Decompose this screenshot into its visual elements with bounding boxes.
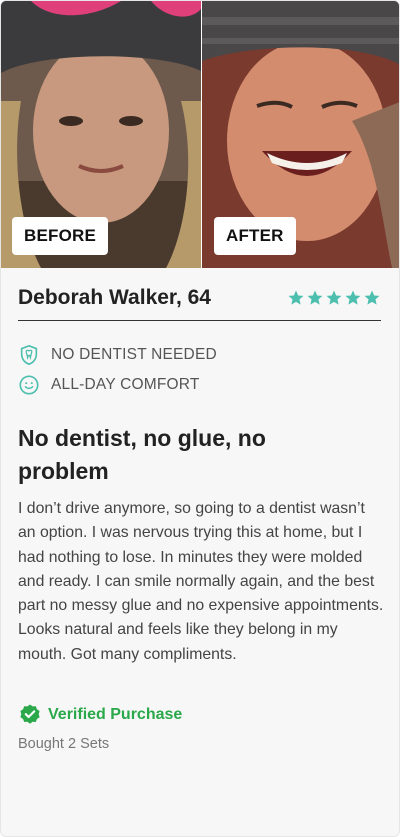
review-card: BEFORE AFTER Deborah Walker, 64 NO DENTI… <box>0 0 400 837</box>
tooth-shield-icon <box>20 344 38 366</box>
smile-icon <box>19 375 39 395</box>
feature-list: NO DENTIST NEEDED ALL-DAY COMFORT <box>18 344 217 404</box>
star-icon <box>307 290 323 305</box>
reviewer-name: Deborah Walker, 64 <box>18 286 211 309</box>
star-icon <box>364 290 380 305</box>
before-label: BEFORE <box>12 217 109 255</box>
after-photo: AFTER <box>201 1 399 268</box>
feature-label: ALL-DAY COMFORT <box>51 376 200 393</box>
before-photo: BEFORE <box>1 1 201 268</box>
reviewer-header: Deborah Walker, 64 <box>18 284 381 321</box>
star-icon <box>345 290 361 305</box>
star-rating <box>287 289 381 307</box>
feature-item: NO DENTIST NEEDED <box>18 344 217 366</box>
before-after-photos: BEFORE AFTER <box>1 1 399 268</box>
verified-check-icon <box>20 704 40 724</box>
review-body: I don’t drive anymore, so going to a den… <box>18 500 384 663</box>
verified-purchase-badge: Verified Purchase <box>18 703 182 727</box>
star-icon <box>288 290 304 305</box>
review-title: No dentist, no glue, no problem <box>18 425 266 484</box>
verified-label: Verified Purchase <box>48 706 183 723</box>
star-icon <box>326 290 342 305</box>
feature-label: NO DENTIST NEEDED <box>51 346 217 363</box>
after-label: AFTER <box>214 217 296 255</box>
feature-item: ALL-DAY COMFORT <box>18 374 217 396</box>
purchase-note: Bought 2 Sets <box>18 736 110 752</box>
